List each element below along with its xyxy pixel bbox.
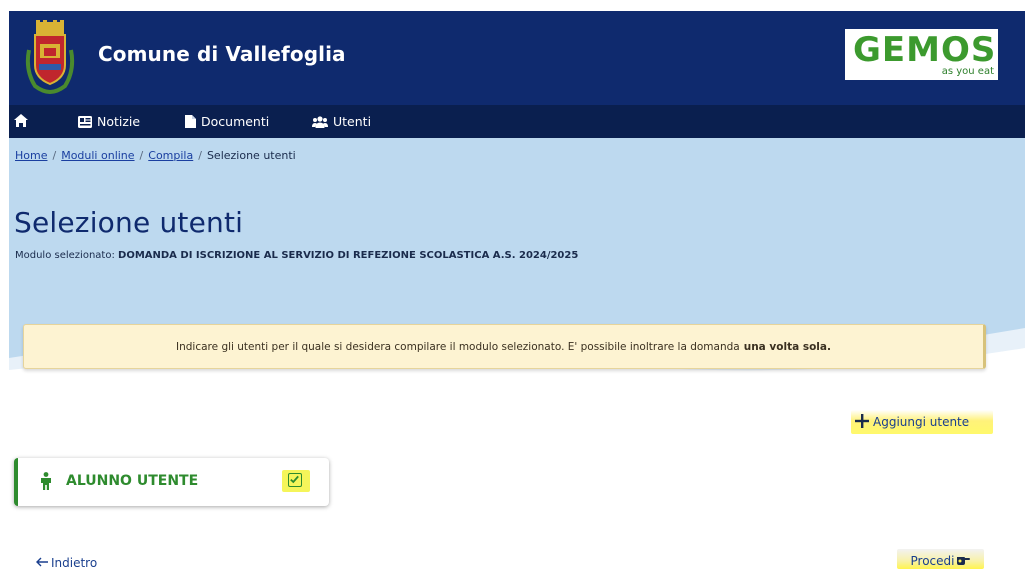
module-name: DOMANDA DI ISCRIZIONE AL SERVIZIO DI REF… [118,250,579,261]
page-title: Selezione utenti [14,206,244,239]
nav-notizie[interactable]: Notizie [78,114,140,129]
nav-label: Utenti [333,114,372,129]
site-title[interactable]: Comune di Vallefoglia [98,42,346,66]
breadcrumb-current: Selezione utenti [206,149,296,162]
selected-module: Modulo selezionato: DOMANDA DI ISCRIZION… [15,250,578,261]
breadcrumb-compila[interactable]: Compila [148,149,193,162]
user-select-checkbox[interactable] [288,473,302,487]
plus-icon [855,413,869,431]
notice-text: Indicare gli utenti per il quale si desi… [176,340,740,353]
breadcrumb-separator: / [52,149,57,162]
add-user-label: Aggiungi utente [873,415,970,429]
nav-label: Notizie [97,114,141,129]
arrow-left-icon [36,556,48,569]
gemos-logo: GEMOS as you eat [845,29,998,80]
back-label: Indietro [51,556,98,569]
nav-home[interactable] [14,114,28,127]
nav-utenti[interactable]: Utenti [312,114,371,129]
proceed-label: Procedi [910,554,955,568]
breadcrumb-moduli-online[interactable]: Moduli online [61,149,134,162]
user-card-label: ALUNNO UTENTE [66,473,199,489]
newspaper-icon [78,115,92,128]
breadcrumb: Home / Moduli online / Compila / Selezione ute… [15,149,296,162]
nav-label: Documenti [201,114,270,129]
hand-pointer-icon [957,554,971,568]
nav-documenti[interactable]: Documenti [185,114,269,129]
notice-emphasis: una volta sola. [743,340,831,353]
breadcrumb-home[interactable]: Home [15,149,47,162]
person-icon [40,472,52,494]
proceed-button[interactable]: Procedi [897,549,984,569]
site-header: Comune di Vallefoglia GEMOS as you eat [9,11,1025,105]
breadcrumb-separator: / [198,149,202,162]
info-notice: Indicare gli utenti per il quale si desi… [23,324,986,369]
document-icon [185,115,196,128]
brand-tagline: as you eat [941,66,994,77]
user-card[interactable]: ALUNNO UTENTE [14,458,329,506]
module-prefix: Modulo selezionato: [15,250,115,261]
main-nav: Notizie Documenti Utenti [9,105,1025,138]
home-icon [14,114,28,127]
breadcrumb-separator: / [139,149,144,162]
municipal-crest-logo[interactable] [23,20,77,94]
checkmark-icon [290,475,299,484]
users-icon [312,115,328,128]
add-user-button[interactable]: Aggiungi utente [851,410,994,434]
back-link[interactable]: Indietro [36,556,97,569]
svg-text:GEMOS: GEMOS [853,31,995,67]
